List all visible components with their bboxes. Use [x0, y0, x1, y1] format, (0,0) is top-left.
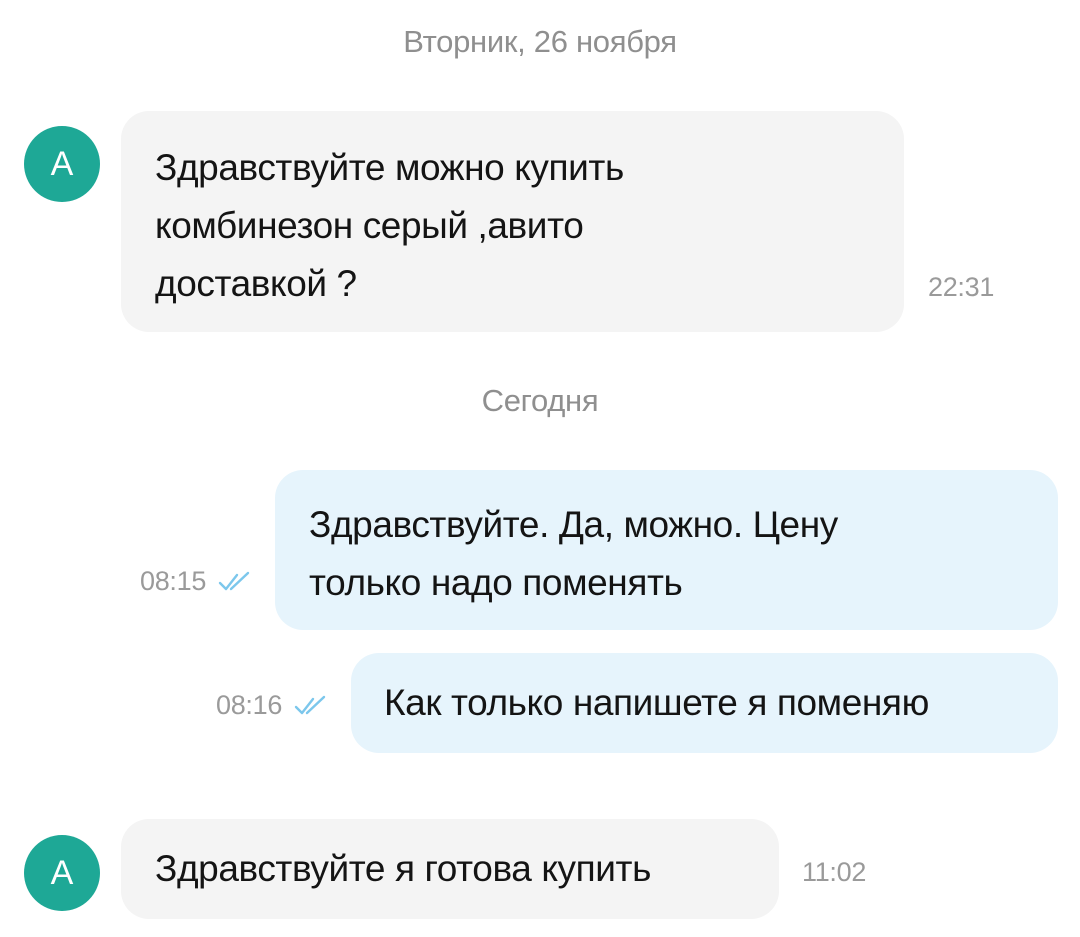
message-text-line: Здравствуйте я готова купить	[155, 848, 651, 889]
outgoing-message-bubble[interactable]: Здравствуйте. Да, можно. Цену только над…	[275, 470, 1058, 630]
message-time: 08:15	[140, 566, 207, 596]
message-meta: 08:16	[216, 690, 328, 721]
double-check-icon	[294, 695, 326, 714]
message-text-line: Здравствуйте можно купить	[155, 147, 624, 188]
message-time: 08:16	[216, 690, 283, 720]
incoming-message-bubble[interactable]: Здравствуйте можно купить комбинезон сер…	[121, 111, 904, 332]
double-check-icon	[218, 571, 250, 590]
incoming-message-bubble[interactable]: Здравствуйте я готова купить	[121, 819, 779, 919]
message-text-line: доставкой ?	[155, 263, 357, 304]
message-time: 11:02	[802, 857, 867, 887]
date-separator: Сегодня	[481, 383, 599, 418]
message-text-line: Здравствуйте. Да, можно. Цену	[309, 504, 838, 545]
date-separator: Вторник, 26 ноября	[403, 24, 677, 59]
message-meta: 08:15	[140, 566, 252, 597]
sender-avatar[interactable]: А	[24, 835, 100, 911]
message-text-line: Как только напишете я поменяю	[384, 682, 929, 723]
message-text-line: только надо поменять	[309, 562, 683, 603]
message-time: 22:31	[928, 272, 995, 302]
message-text-line: комбинезон серый ,авито	[155, 205, 584, 246]
sender-avatar[interactable]: А	[24, 126, 100, 202]
outgoing-message-bubble[interactable]: Как только напишете я поменяю	[351, 653, 1058, 753]
